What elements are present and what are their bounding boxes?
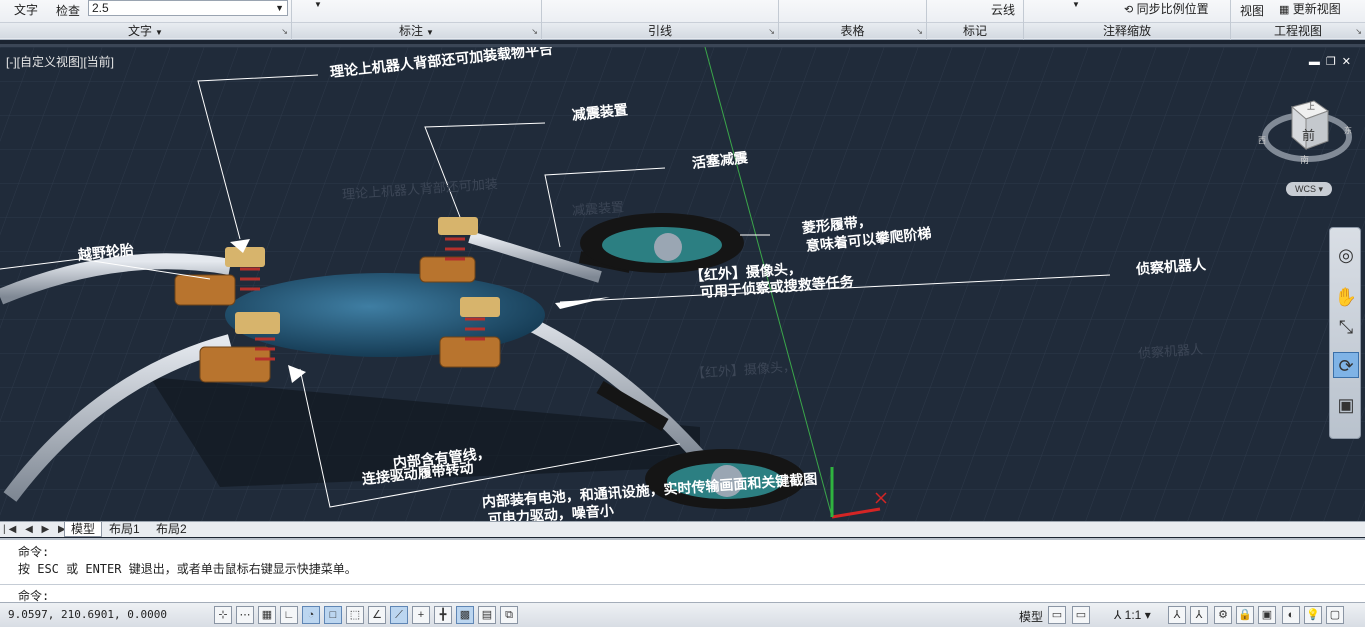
cloud-button[interactable]: 云线 [991,1,1015,18]
command-input[interactable]: 命令: [0,584,1365,604]
dimension-panel: ▼ 标注 ▼ ↘ [292,0,542,40]
markup-panel: 云线 标记 [927,0,1024,40]
panel-title-dimension[interactable]: 标注 ▼ [292,22,541,38]
panel-title-markup[interactable]: 标记 [927,22,1023,38]
viewport-window-buttons[interactable]: ▬❐✕ [1309,55,1357,68]
selection-cycling-icon[interactable]: ⧉ [500,606,518,624]
viewcube-west[interactable]: 西 [1258,135,1266,146]
viewcube[interactable]: 前 上 东 西 南 WCS ▾ [1258,97,1352,207]
object-snap-icon[interactable]: □ [324,606,342,624]
viewcube-east[interactable]: 东 [1344,125,1352,136]
restore-icon[interactable]: ❐ [1326,56,1342,68]
hardware-acceleration-icon[interactable]: ▣ [1258,606,1276,624]
panel-title-drawing-views[interactable]: 工程视图 [1231,22,1365,38]
command-history-line: 按 ESC 或 ENTER 键退出，或者单击鼠标右键显示快捷菜单。 [18,562,357,576]
drawing-viewport[interactable]: [-][自定义视图][当前] ▬❐✕ 理论上机器人背部还可加装 减震装置 【红外… [0,44,1365,522]
dynamic-ucs-icon[interactable]: ⟋ [390,606,408,624]
object-snap-tracking-icon[interactable]: ∠ [368,606,386,624]
minimize-icon[interactable]: ▬ [1309,56,1326,68]
panel-title-leader[interactable]: 引线 [542,22,778,38]
polar-tracking-icon[interactable]: ◔ [302,606,320,624]
grid-display-icon[interactable]: ▦ [258,606,276,624]
viewcube-north[interactable]: 上 [1307,101,1315,112]
text-panel: 文字 检查 2.5 ▼ 文字 ▼ ↘ [0,0,292,40]
status-bar: 9.0597, 210.6901, 0.0000 ⊹ ⋯ ▦ ∟ ◔ □ ⬚ ∠… [0,602,1365,627]
panel-launcher-icon[interactable]: ↘ [768,27,775,36]
viewcube-face-front[interactable]: 前 [1302,125,1315,144]
isolate-objects-icon[interactable]: ◐ [1282,606,1300,624]
orbit-icon[interactable]: ⟳ [1333,352,1359,378]
workspace-switching-icon[interactable]: ⚙ [1214,606,1232,624]
wcs-menu[interactable]: WCS ▾ [1286,182,1332,196]
text-height-combo[interactable]: 2.5 ▼ [88,0,288,16]
ortho-mode-icon[interactable]: ∟ [280,606,298,624]
command-window: 命令: 按 ESC 或 ENTER 键退出，或者单击鼠标右键显示快捷菜单。 命令… [0,538,1365,604]
quick-view-drawings-icon[interactable]: ▭ [1072,606,1090,624]
layout-tabs: |◀ ◀ ▶ ▶| 模型 布局1 布局2 [0,521,1365,537]
infer-constraints-icon[interactable]: ⊹ [214,606,232,624]
annotation-scaling-panel: ▼ ⟲ 同步比例位置 注释缩放 [1024,0,1231,40]
snap-mode-icon[interactable]: ⋯ [236,606,254,624]
tab-layout1[interactable]: 布局1 [103,522,146,537]
ghost-text: 减震装置 [571,199,625,218]
panel-title-table[interactable]: 表格 [779,22,926,38]
annotation-visibility-icon[interactable]: ⅄ [1168,606,1186,624]
text-button[interactable]: 文字 [14,1,38,18]
leader-panel: 引线 ↘ [542,0,779,40]
panel-launcher-icon[interactable]: ↘ [1355,27,1362,36]
transparency-icon[interactable]: ▩ [456,606,474,624]
chevron-down-icon[interactable]: ▼ [314,0,322,9]
update-icon: ▦ [1279,4,1290,16]
sync-icon: ⟲ [1124,4,1134,16]
quick-properties-icon[interactable]: ▤ [478,606,496,624]
navigation-bar: ◎ ✋ ⤡ ⟳ ▣ [1329,227,1361,439]
panel-launcher-icon[interactable]: ↘ [531,27,538,36]
annotation-scale-button[interactable]: ⅄ 1:1 ▾ [1114,608,1151,622]
drawing-views-panel: 视图 ▦ 更新视图 工程视图 ↘ [1231,0,1365,40]
table-panel: 表格 ↘ [779,0,927,40]
lightbulb-icon[interactable]: 💡 [1304,606,1322,624]
clean-screen-icon[interactable]: ▢ [1326,606,1344,624]
tab-layout2[interactable]: 布局2 [150,522,193,537]
viewport-controls-label[interactable]: [-][自定义视图][当前] [6,53,114,70]
view-button[interactable]: 视图 [1240,2,1264,19]
pan-icon[interactable]: ✋ [1333,284,1359,310]
panel-title-text[interactable]: 文字 ▼ [0,22,291,38]
panel-title-annotation-scaling[interactable]: 注释缩放 [1024,22,1230,38]
tab-model[interactable]: 模型 [64,522,103,537]
panel-launcher-icon[interactable]: ↘ [281,27,288,36]
lineweight-icon[interactable]: ╋ [434,606,452,624]
panel-launcher-icon[interactable]: ↘ [916,27,923,36]
close-icon[interactable]: ✕ [1342,56,1357,68]
coordinates-readout[interactable]: 9.0597, 210.6901, 0.0000 [8,608,167,621]
auto-scale-icon[interactable]: ⅄ [1190,606,1208,624]
zoom-icon[interactable]: ⤡ [1333,314,1359,340]
quick-view-layouts-icon[interactable]: ▭ [1048,606,1066,624]
chevron-down-icon: ▼ [275,3,284,13]
ribbon: 文字 检查 2.5 ▼ 文字 ▼ ↘ ▼ 标注 ▼ ↘ 引线 ↘ 表格 ↘ 云线 标记… [0,0,1365,40]
sync-scale-positions-button[interactable]: ⟲ 同步比例位置 [1124,0,1209,17]
check-button[interactable]: 检查 [56,2,80,19]
3d-object-snap-icon[interactable]: ⬚ [346,606,364,624]
dynamic-input-icon[interactable]: + [412,606,430,624]
model-scene [0,47,1365,522]
steering-wheel-icon[interactable]: ◎ [1333,242,1359,268]
update-view-button[interactable]: ▦ 更新视图 [1279,0,1341,17]
lock-icon[interactable]: 🔒 [1236,606,1254,624]
chevron-down-icon[interactable]: ▼ [1072,0,1080,9]
showmotion-icon[interactable]: ▣ [1333,392,1359,418]
viewcube-south[interactable]: 南 [1300,153,1309,166]
model-space-button[interactable]: 模型 [1019,608,1043,625]
command-history-line: 命令: [18,545,50,559]
